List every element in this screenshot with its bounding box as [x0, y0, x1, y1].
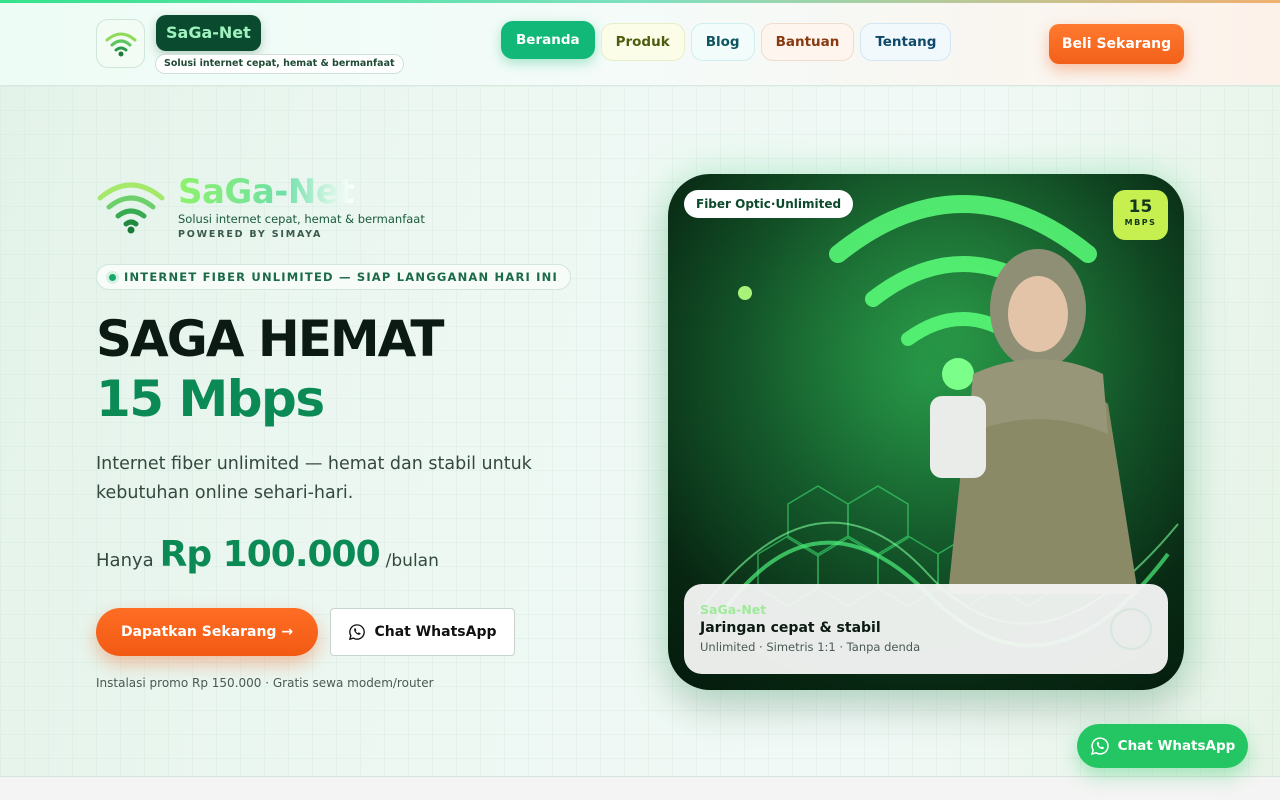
chat-whatsapp-button[interactable]: Chat WhatsApp: [330, 608, 515, 656]
whatsapp-icon: [1090, 737, 1109, 755]
hero-speed-title: 15 Mbps: [96, 370, 325, 428]
price-row: Hanya Rp 100.000 /bulan: [96, 534, 439, 575]
floating-whatsapp-button[interactable]: Chat WhatsApp: [1077, 724, 1248, 768]
nav-tentang[interactable]: Tentang: [860, 23, 952, 61]
speed-badge: 15 MBPS: [1113, 190, 1168, 240]
announcement-text: INTERNET FIBER UNLIMITED — SIAP LANGGANA…: [124, 270, 558, 284]
nav-blog[interactable]: Blog: [690, 23, 755, 61]
hero-title: SAGA HEMAT: [96, 310, 445, 368]
buy-now-button[interactable]: Beli Sekarang: [1049, 24, 1184, 64]
hero-tagline: Solusi internet cepat, hemat & bermanfaa…: [178, 212, 425, 226]
wifi-logo-icon: [105, 32, 136, 56]
powered-by: POWERED BY SIMAYA: [178, 229, 323, 240]
hero-image-card: Fiber Optic·Unlimited 15 MBPS SaGa-Net J…: [668, 174, 1184, 690]
chat-whatsapp-label: Chat WhatsApp: [374, 624, 497, 640]
brand-name[interactable]: SaGa-Net: [156, 15, 261, 51]
info-title: Jaringan cepat & stabil: [700, 620, 881, 636]
brand-tagline: Solusi internet cepat, hemat & bermanfaa…: [155, 54, 404, 74]
nav-beranda[interactable]: Beranda: [501, 21, 595, 59]
footer-strip: [0, 776, 1280, 800]
main-nav: Beranda Produk Blog Bantuan Tentang: [501, 21, 952, 61]
promo-note: Instalasi promo Rp 150.000 · Gratis sewa…: [96, 676, 434, 690]
get-now-button[interactable]: Dapatkan Sekarang →: [96, 608, 318, 656]
speed-badge-unit: MBPS: [1124, 218, 1157, 227]
floating-whatsapp-label: Chat WhatsApp: [1117, 738, 1236, 754]
logo[interactable]: [96, 19, 145, 68]
nav-bantuan[interactable]: Bantuan: [760, 23, 855, 61]
status-dot-icon: [109, 273, 116, 281]
nav-produk[interactable]: Produk: [600, 23, 685, 61]
site-header: SaGa-Net Solusi internet cepat, hemat & …: [0, 3, 1280, 86]
announcement-pill: INTERNET FIBER UNLIMITED — SIAP LANGGANA…: [96, 264, 571, 290]
hero-description: Internet fiber unlimited — hemat dan sta…: [96, 454, 532, 503]
info-circle-icon: [1110, 608, 1152, 650]
price-prefix: Hanya: [96, 550, 154, 571]
speed-badge-number: 15: [1128, 197, 1153, 217]
price-suffix: /bulan: [385, 551, 439, 571]
fiber-badge: Fiber Optic·Unlimited: [684, 190, 854, 218]
info-brand: SaGa-Net: [700, 602, 767, 617]
card-info-box: SaGa-Net Jaringan cepat & stabil Unlimit…: [684, 584, 1168, 674]
price-value: Rp 100.000: [159, 534, 381, 575]
hero-brand: SaGa-Net: [178, 172, 355, 212]
info-subtitle: Unlimited · Simetris 1:1 · Tanpa denda: [700, 640, 921, 654]
whatsapp-icon: [349, 624, 366, 641]
wifi-hero-logo-icon: [97, 182, 165, 234]
